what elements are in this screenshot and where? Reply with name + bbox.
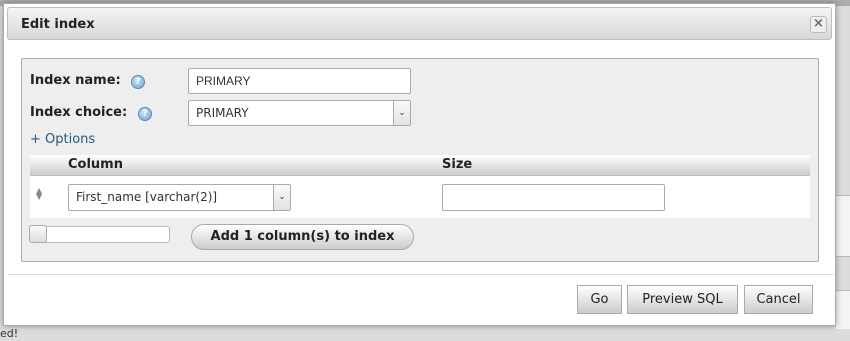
index-columns-table: Column Size ▲ ▼ First_name [varchar(2)] ⌄ [30, 155, 810, 218]
background-panel-edge-lower [836, 290, 850, 329]
column-header: Column [68, 157, 123, 172]
slider-handle[interactable] [29, 225, 47, 243]
size-input[interactable] [442, 184, 665, 211]
preview-sql-button[interactable]: Preview SQL [627, 285, 738, 314]
size-header: Size [442, 157, 473, 172]
close-button[interactable]: × [810, 16, 827, 33]
index-choice-value: PRIMARY [196, 106, 249, 120]
index-choice-select[interactable]: PRIMARY ⌄ [188, 100, 411, 126]
background-text: ed! [0, 327, 19, 340]
options-toggle-link[interactable]: + Options [30, 132, 95, 147]
index-choice-label: Index choice: [30, 105, 128, 120]
dialog-title: Edit index [21, 17, 95, 32]
cancel-button[interactable]: Cancel [744, 285, 813, 314]
index-name-help-icon[interactable]: ? [131, 75, 145, 89]
edit-index-dialog: Edit index × Index name: ? Index choice:… [3, 3, 836, 326]
chevron-down-icon: ⌄ [393, 101, 410, 125]
drag-handle-icon[interactable]: ▲ ▼ [36, 187, 42, 201]
help-glyph: ? [142, 109, 148, 119]
index-name-input[interactable] [188, 68, 411, 94]
index-name-label: Index name: [30, 73, 121, 88]
close-icon: × [813, 16, 824, 31]
background-panel-edge [836, 195, 850, 257]
column-select[interactable]: First_name [varchar(2)] ⌄ [68, 184, 291, 211]
chevron-down-icon: ⌄ [273, 185, 290, 210]
table-row: ▲ ▼ First_name [varchar(2)] ⌄ [30, 176, 810, 218]
column-select-value: First_name [varchar(2)] [76, 190, 218, 204]
help-glyph: ? [135, 77, 141, 87]
column-count-slider[interactable] [29, 225, 170, 243]
dialog-titlebar[interactable]: Edit index × [7, 7, 832, 40]
index-settings-panel: Index name: ? Index choice: ? PRIMARY ⌄ … [21, 58, 819, 262]
index-choice-help-icon[interactable]: ? [138, 107, 152, 121]
add-columns-button[interactable]: Add 1 column(s) to index [191, 224, 414, 250]
footer-divider [7, 274, 834, 275]
table-header: Column Size [30, 155, 810, 176]
go-button[interactable]: Go [577, 285, 622, 314]
